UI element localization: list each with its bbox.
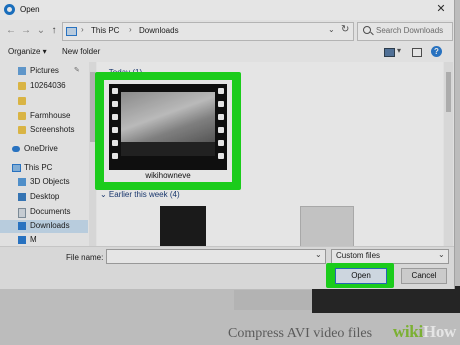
film-hole (218, 101, 224, 107)
search-icon (363, 26, 371, 34)
address-dropdown[interactable]: ⌄ (328, 25, 335, 34)
address-bar[interactable]: › This PC › Downloads ⌄ ↻ (62, 22, 354, 41)
nav-item-label: M (30, 235, 37, 244)
nav-item-10264036[interactable]: 10264036 (0, 80, 88, 93)
cube-icon (18, 178, 26, 186)
wikihow-logo: wikiHow (393, 322, 456, 342)
nav-item-label: OneDrive (24, 144, 58, 153)
recent-locations-dropdown[interactable]: ⌄ (35, 24, 47, 38)
film-hole (112, 101, 118, 107)
breadcrumb-separator[interactable]: › (129, 25, 132, 34)
new-folder-button[interactable]: New folder (62, 47, 100, 56)
close-button[interactable]: ✕ (431, 1, 451, 18)
title-bar: Open ✕ (0, 0, 454, 20)
nav-item-documents[interactable]: Documents (0, 206, 88, 219)
film-hole (218, 88, 224, 94)
documents-icon (18, 208, 26, 218)
nav-item-music[interactable]: M (0, 234, 88, 246)
nav-item-label: Pictures (30, 66, 59, 75)
film-hole (218, 114, 224, 120)
nav-item-this-pc[interactable]: This PC (0, 162, 88, 175)
folder-icon (18, 112, 26, 120)
content-scrollbar-thumb[interactable] (446, 72, 451, 112)
back-button[interactable]: ← (5, 24, 17, 38)
command-bar: Organize ▾ New folder ▾ ? (0, 44, 454, 60)
breadcrumb-downloads[interactable]: Downloads (139, 26, 179, 35)
film-hole (218, 153, 224, 159)
film-hole (112, 153, 118, 159)
file-type-value: Custom files (336, 251, 381, 260)
pictures-icon (18, 67, 26, 75)
file-name-input[interactable] (106, 249, 326, 264)
downloads-icon (18, 222, 26, 230)
forward-button[interactable]: → (20, 24, 32, 38)
wikihow-logo-how: How (422, 322, 456, 341)
breadcrumb-this-pc[interactable]: This PC (91, 26, 119, 35)
refresh-button[interactable]: ↻ (341, 24, 349, 35)
nav-item-label: 3D Objects (30, 177, 70, 186)
search-placeholder: Search Downloads (376, 26, 444, 35)
film-hole (112, 88, 118, 94)
film-hole (218, 140, 224, 146)
file-name-label[interactable]: wikihowneve (104, 171, 232, 180)
nav-item-farmhouse[interactable]: Farmhouse (0, 110, 88, 123)
background-image-strip (234, 290, 314, 310)
nav-item-screenshots[interactable]: Screenshots (0, 124, 88, 137)
navigation-pane[interactable]: Pictures ✎ 10264036 Farmhouse Screenshot… (0, 62, 88, 246)
folder-icon (18, 82, 26, 90)
background-article-text: Compress AVI video files (228, 326, 373, 341)
film-hole (112, 140, 118, 146)
organize-button[interactable]: Organize ▾ (8, 47, 47, 56)
search-input[interactable]: Search Downloads (357, 22, 453, 41)
nav-item-label: Farmhouse (30, 111, 71, 120)
dialog-title: Open (20, 5, 40, 14)
file-thumbnail[interactable] (160, 206, 206, 246)
film-hole (218, 127, 224, 133)
breadcrumb-separator: › (81, 25, 84, 34)
view-dropdown[interactable]: ▾ (397, 46, 401, 55)
app-icon (4, 4, 15, 15)
cancel-button[interactable]: Cancel (401, 268, 447, 284)
folder-icon (18, 126, 26, 134)
computer-icon (12, 164, 21, 172)
up-button[interactable]: ↑ (48, 24, 60, 38)
help-icon[interactable]: ? (431, 46, 442, 57)
nav-item-label: This PC (24, 163, 53, 172)
wikihow-logo-wiki: wiki (392, 322, 423, 341)
file-name-label: File name: (66, 253, 104, 262)
background-dark-panel (312, 286, 460, 313)
music-icon (18, 236, 26, 244)
nav-item-label: Downloads (30, 221, 70, 230)
nav-item-pictures[interactable]: Pictures ✎ (0, 65, 88, 78)
nav-item-3d-objects[interactable]: 3D Objects (0, 176, 88, 189)
nav-item-downloads[interactable]: Downloads (0, 220, 88, 233)
file-thumbnail[interactable] (300, 206, 354, 248)
nav-item-onedrive[interactable]: OneDrive (0, 143, 88, 156)
preview-pane-icon[interactable] (412, 48, 422, 57)
computer-icon (66, 27, 77, 36)
folder-icon (18, 97, 26, 105)
video-thumbnail-shadow (121, 142, 215, 156)
nav-item-label: Desktop (30, 192, 60, 201)
file-name-dropdown[interactable]: ⌄ (315, 250, 322, 259)
file-type-dropdown-icon[interactable]: ⌄ (438, 250, 445, 259)
desktop-icon (18, 193, 26, 201)
nav-item-label: 10264036 (30, 81, 66, 90)
cloud-icon (12, 146, 20, 152)
pin-icon: ✎ (74, 67, 80, 74)
nav-item-desktop[interactable]: Desktop (0, 191, 88, 204)
open-button[interactable]: Open (335, 268, 387, 284)
group-header-earlier[interactable]: ⌄ Earlier this week (4) (100, 190, 180, 199)
nav-item-folder[interactable] (0, 95, 88, 108)
nav-item-label: Screenshots (30, 125, 75, 134)
nav-item-label: Documents (30, 207, 71, 216)
film-hole (112, 114, 118, 120)
open-file-dialog: Open ✕ ← → ⌄ ↑ › This PC › Downloads ⌄ ↻… (0, 0, 455, 289)
film-hole (112, 127, 118, 133)
view-icon[interactable] (384, 48, 395, 57)
